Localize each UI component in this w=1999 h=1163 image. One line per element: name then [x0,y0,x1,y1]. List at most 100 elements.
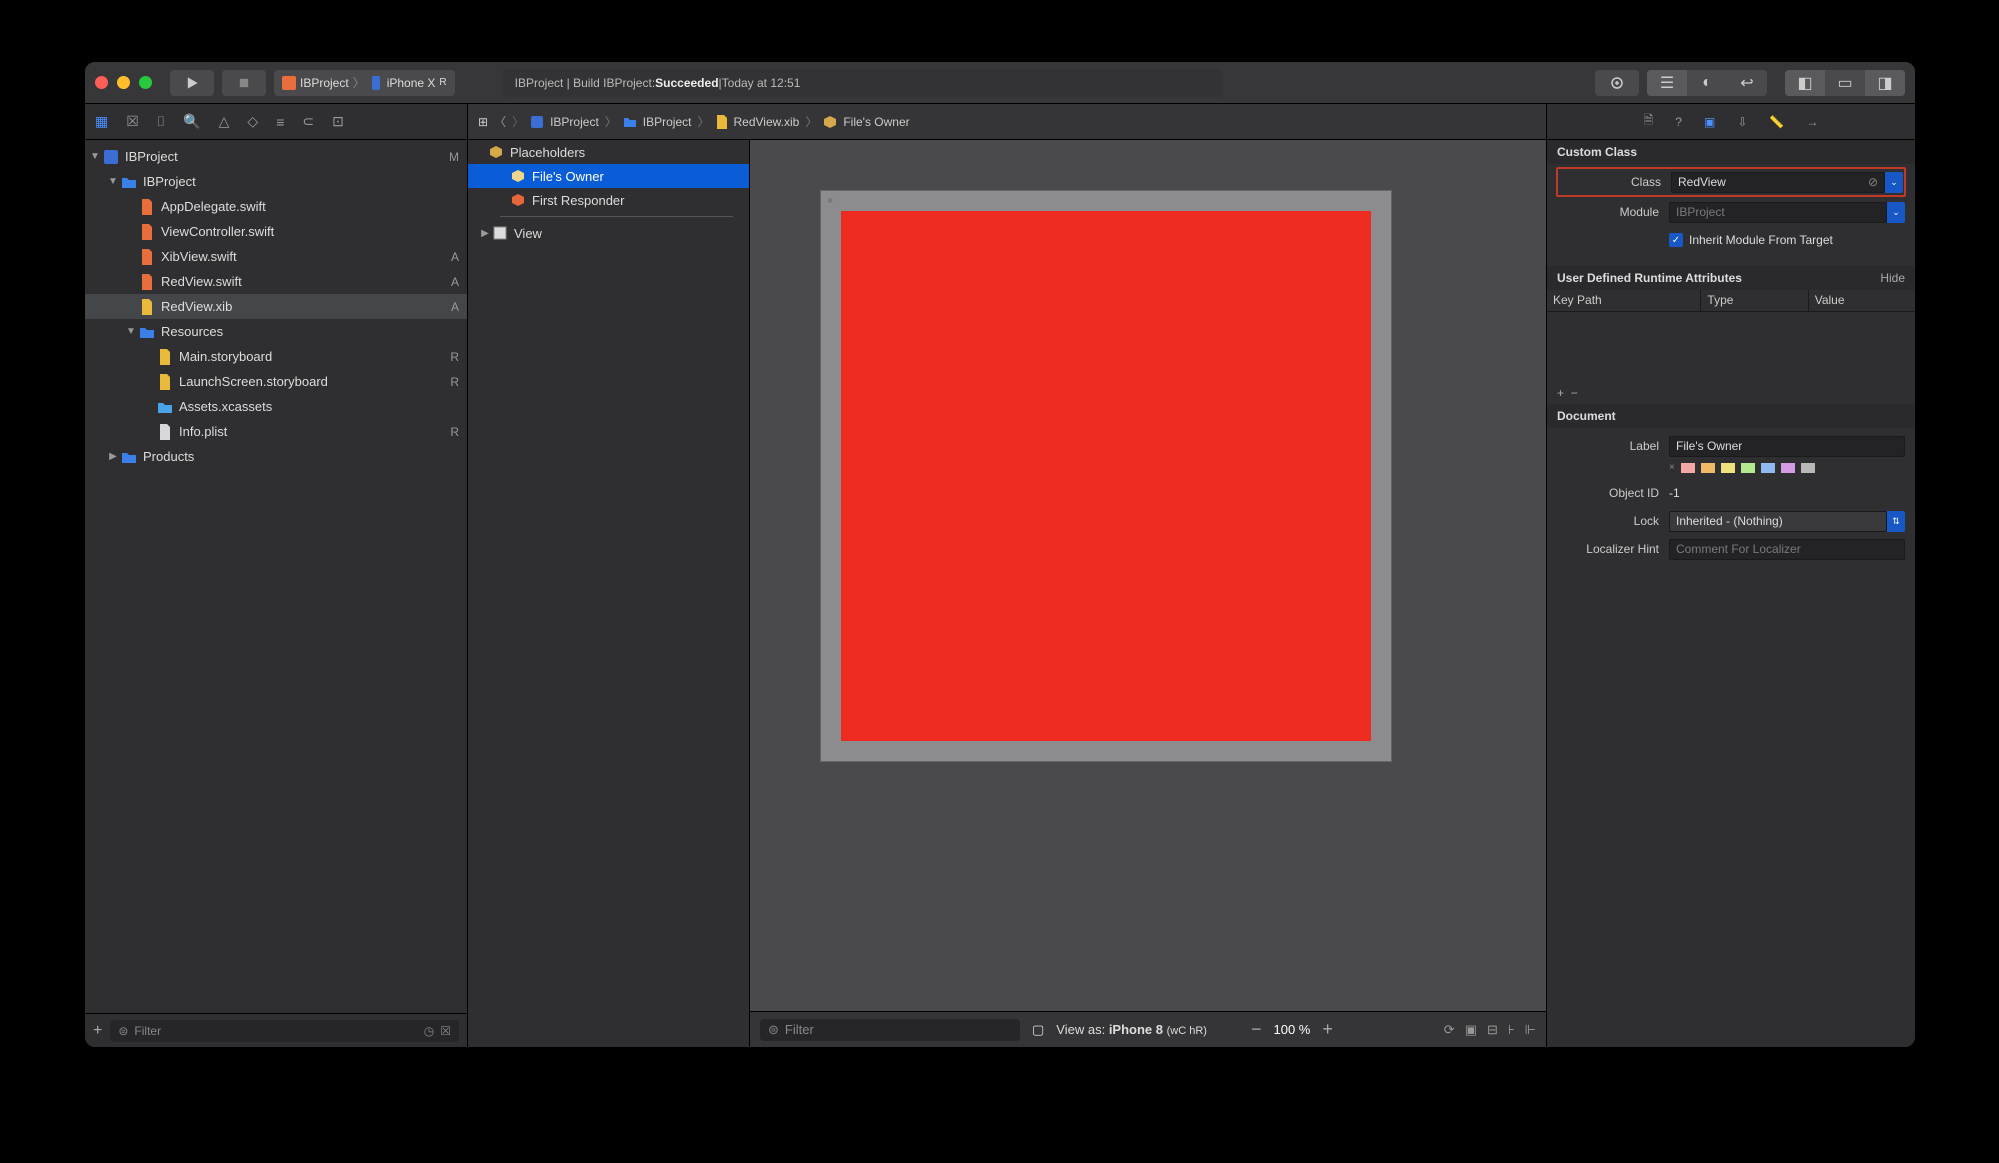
outline-filter-field[interactable]: ⊜ Filter [760,1019,1020,1041]
tree-row-file-selected[interactable]: RedView.xibA [85,294,467,319]
crumb-group[interactable]: IBProject [643,115,692,129]
project-navigator-tab[interactable]: ▦ [95,113,108,130]
scheme-selector[interactable]: IBProject 〉 iPhone XR [274,70,455,96]
assistant-editor-icon[interactable]: ◐ [1687,70,1727,96]
editor-mode-segment[interactable]: ☰ ◐ ↩ [1647,70,1767,96]
pin-icon[interactable]: ⊦ [1508,1022,1515,1038]
color-swatch[interactable] [1741,463,1755,473]
crumb-file[interactable]: RedView.xib [734,115,800,129]
help-inspector-tab[interactable]: ? [1675,115,1682,129]
color-swatch[interactable] [1721,463,1735,473]
outline-view[interactable]: ▶ View [468,221,749,245]
update-frames-icon[interactable]: ⟳ [1444,1022,1455,1038]
tree-row-file[interactable]: Main.storyboardR [85,344,467,369]
tree-row-file[interactable]: AppDelegate.swift [85,194,467,219]
project-tree[interactable]: ▼ IBProject M ▼ IBProject AppDelegate.sw… [85,140,467,1013]
related-items-icon[interactable]: ⊞ [478,115,488,129]
breakpoint-navigator-tab[interactable]: ⊂ [302,113,314,130]
embed-in-icon[interactable]: ▣ [1465,1022,1477,1038]
toggle-debug-icon[interactable]: ▭ [1825,70,1865,96]
report-navigator-tab[interactable]: ⊡ [332,113,344,130]
tree-row-group[interactable]: ▼ IBProject [85,169,467,194]
size-inspector-tab[interactable]: 📏 [1769,115,1784,129]
clear-icon[interactable]: ⊘ [1868,175,1878,189]
color-swatch[interactable] [1761,463,1775,473]
scm-filter-icon[interactable]: ☒ [440,1024,451,1038]
doc-label-field[interactable]: File's Owner [1669,436,1905,457]
tree-row-file[interactable]: XibView.swiftA [85,244,467,269]
minimize-button[interactable] [117,76,130,89]
udra-table-body[interactable] [1547,312,1915,382]
attributes-inspector-tab[interactable]: ⇩ [1737,115,1747,129]
zoom-in-button[interactable]: + [1322,1019,1333,1040]
color-swatch[interactable] [1781,463,1795,473]
module-dropdown[interactable]: ⌄ [1887,202,1905,223]
module-field[interactable]: IBProject [1669,202,1887,223]
outline-files-owner[interactable]: File's Owner [468,164,749,188]
run-button[interactable] [170,70,214,96]
outline-placeholders[interactable]: Placeholders [468,140,749,164]
outline-first-responder[interactable]: First Responder [468,188,749,212]
stop-button[interactable] [222,70,266,96]
close-icon[interactable]: × [827,195,833,207]
recent-filter-icon[interactable]: ◷ [424,1024,434,1038]
align-icon[interactable]: ⊟ [1487,1022,1498,1038]
tree-row-file[interactable]: ViewController.swift [85,219,467,244]
class-field[interactable]: RedView⊘ [1671,172,1885,193]
udra-add-button[interactable]: + [1557,386,1564,400]
issue-navigator-tab[interactable]: △ [219,113,230,130]
connections-inspector-tab[interactable]: → [1806,115,1818,129]
ib-view-container[interactable]: × [820,190,1392,762]
source-control-tab[interactable]: ☒ [126,113,139,130]
resolve-issues-icon[interactable]: ⊩ [1525,1022,1536,1038]
toggle-inspector-icon[interactable]: ◨ [1865,70,1905,96]
device-bar-icon[interactable]: ▢ [1032,1022,1044,1038]
color-swatch[interactable] [1681,463,1695,473]
ib-canvas[interactable]: × [750,140,1546,1011]
tree-row-project[interactable]: ▼ IBProject M [85,144,467,169]
udra-remove-button[interactable]: − [1571,386,1578,400]
cube-icon [823,115,837,129]
color-swatch[interactable] [1701,463,1715,473]
close-button[interactable] [95,76,108,89]
clear-color-button[interactable]: × [1669,462,1675,473]
lock-dropdown[interactable]: ⇅ [1887,511,1905,532]
tree-row-file[interactable]: Info.plistR [85,419,467,444]
add-button[interactable]: + [93,1022,102,1040]
tree-row-products[interactable]: ▶Products [85,444,467,469]
debug-navigator-tab[interactable]: ≡ [276,114,284,130]
zoom-level[interactable]: 100 % [1273,1022,1310,1037]
find-navigator-tab[interactable]: 🔍 [183,113,200,130]
file-inspector-tab[interactable]: 🗎 [1644,111,1654,132]
localizer-field[interactable]: Comment For Localizer [1669,539,1905,560]
panel-visibility-segment[interactable]: ◧ ▭ ◨ [1785,70,1905,96]
version-editor-icon[interactable]: ↩ [1727,70,1767,96]
symbol-navigator-tab[interactable]: ⌷ [157,113,165,130]
tree-row-file[interactable]: RedView.swiftA [85,269,467,294]
standard-editor-icon[interactable]: ☰ [1647,70,1687,96]
document-outline[interactable]: Placeholders File's Owner First Responde… [468,140,750,1047]
color-swatch[interactable] [1801,463,1815,473]
zoom-out-button[interactable]: − [1251,1019,1262,1040]
zoom-button[interactable] [139,76,152,89]
class-dropdown[interactable]: ⌄ [1885,172,1903,193]
tree-row-resources[interactable]: ▼Resources [85,319,467,344]
crumb-project[interactable]: IBProject [550,115,599,129]
identity-inspector-tab[interactable]: ▣ [1704,115,1715,129]
activity-view[interactable]: IBProject | Build IBProject: Succeeded |… [503,69,1223,97]
tree-row-file[interactable]: Assets.xcassets [85,394,467,419]
lock-select[interactable]: Inherited - (Nothing) [1669,511,1887,532]
back-button[interactable]: 〈 [494,113,506,130]
toggle-navigator-icon[interactable]: ◧ [1785,70,1825,96]
filter-field[interactable]: ⊜ Filter ◷ ☒ [110,1020,459,1042]
inherit-checkbox[interactable]: ✓ [1669,233,1683,247]
test-navigator-tab[interactable]: ◇ [247,113,258,130]
jump-bar[interactable]: ⊞ 〈 〉 IBProject〉 IBProject〉 RedView.xib〉… [468,104,1546,140]
crumb-object[interactable]: File's Owner [843,115,909,129]
library-button[interactable] [1595,70,1639,96]
red-view[interactable] [841,211,1371,741]
tree-row-file[interactable]: LaunchScreen.storyboardR [85,369,467,394]
view-as-label[interactable]: View as: iPhone 8 (wC hR) [1056,1022,1207,1037]
hide-button[interactable]: Hide [1880,271,1905,285]
forward-button[interactable]: 〉 [512,113,524,130]
